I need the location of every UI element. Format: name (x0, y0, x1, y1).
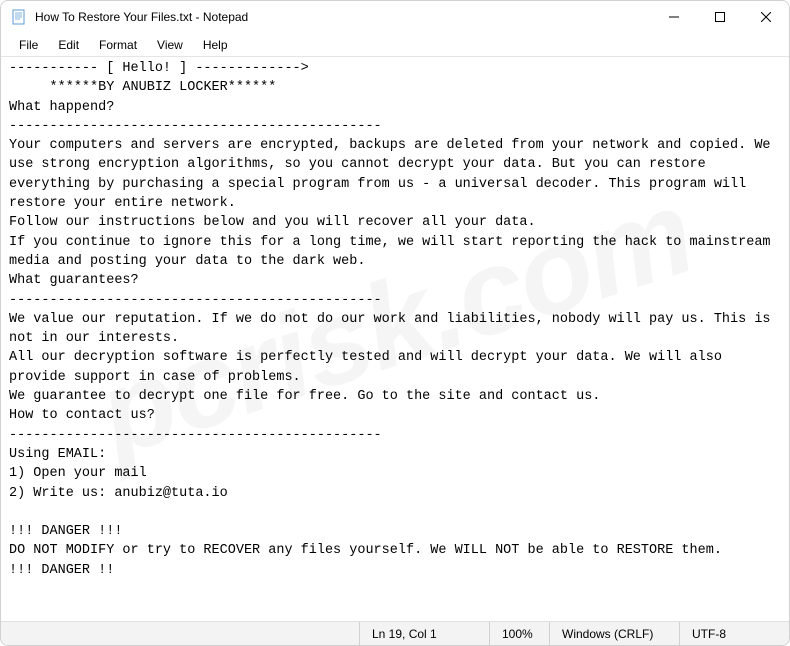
close-button[interactable] (743, 1, 789, 33)
status-zoom: 100% (489, 622, 549, 645)
status-line-ending: Windows (CRLF) (549, 622, 679, 645)
notepad-window: How To Restore Your Files.txt - Notepad … (0, 0, 790, 646)
maximize-button[interactable] (697, 1, 743, 33)
status-encoding: UTF-8 (679, 622, 789, 645)
minimize-button[interactable] (651, 1, 697, 33)
window-title: How To Restore Your Files.txt - Notepad (35, 10, 651, 24)
menu-help[interactable]: Help (193, 36, 238, 54)
status-position: Ln 19, Col 1 (359, 622, 489, 645)
text-area[interactable]: ----------- [ Hello! ] -------------> **… (1, 57, 789, 621)
titlebar: How To Restore Your Files.txt - Notepad (1, 1, 789, 33)
menubar: File Edit Format View Help (1, 33, 789, 57)
menu-file[interactable]: File (9, 36, 48, 54)
menu-edit[interactable]: Edit (48, 36, 89, 54)
menu-view[interactable]: View (147, 36, 193, 54)
notepad-icon (11, 9, 27, 25)
statusbar: Ln 19, Col 1 100% Windows (CRLF) UTF-8 (1, 621, 789, 645)
menu-format[interactable]: Format (89, 36, 147, 54)
window-controls (651, 1, 789, 33)
